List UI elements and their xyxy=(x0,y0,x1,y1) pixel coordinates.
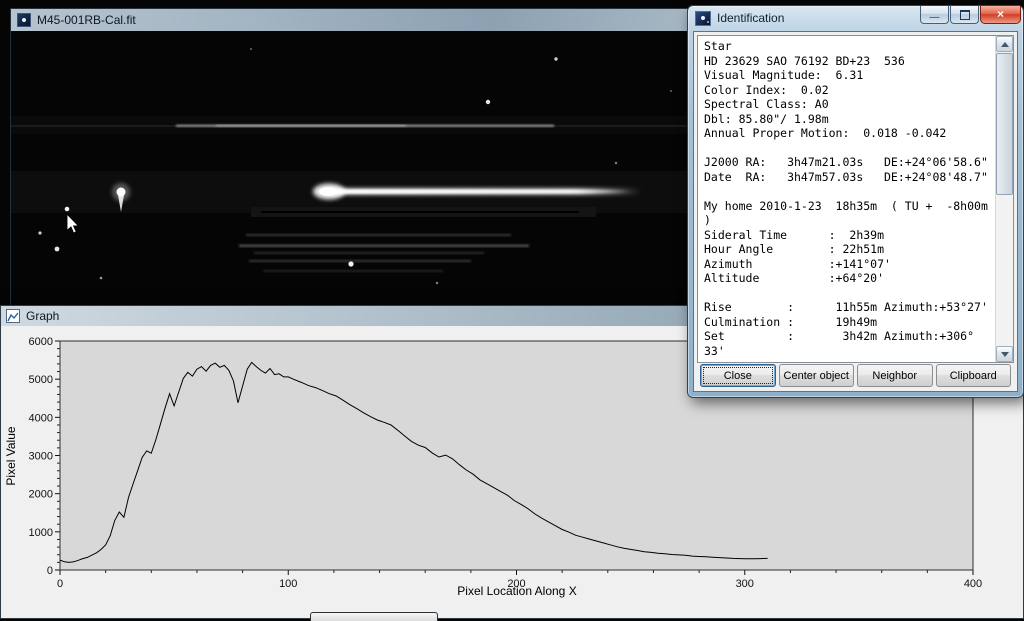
svg-text:2000: 2000 xyxy=(29,489,53,501)
maximize-icon xyxy=(960,10,970,20)
y-axis-label: Pixel Value xyxy=(4,426,18,485)
maximize-button[interactable] xyxy=(950,6,979,24)
identification-client: Star HD 23629 SAO 76192 BD+23 536 Visual… xyxy=(693,31,1018,392)
identification-dialog: Identification — × Star HD 23629 SAO 761… xyxy=(687,5,1024,398)
svg-text:0: 0 xyxy=(57,578,63,590)
minimize-button[interactable]: — xyxy=(920,6,949,24)
partial-button[interactable] xyxy=(310,612,438,621)
close-dialog-button[interactable]: Close xyxy=(700,364,776,387)
identification-titlebar[interactable]: Identification — × xyxy=(688,6,1023,30)
triangle-up-icon xyxy=(1001,42,1009,47)
svg-text:300: 300 xyxy=(736,578,754,590)
minimize-icon: — xyxy=(930,13,940,23)
clipboard-button[interactable]: Clipboard xyxy=(936,364,1012,387)
svg-text:5000: 5000 xyxy=(29,374,53,386)
close-button[interactable]: × xyxy=(980,6,1021,24)
identification-title: Identification xyxy=(717,11,784,25)
vertical-scrollbar[interactable] xyxy=(995,36,1013,362)
scroll-thumb[interactable] xyxy=(996,53,1013,195)
image-window: M45-001RB-Cal.fit xyxy=(10,8,700,308)
svg-text:6000: 6000 xyxy=(29,336,53,348)
center-object-button[interactable]: Center object xyxy=(779,364,855,387)
graph-window-icon xyxy=(6,309,20,323)
astro-image[interactable] xyxy=(11,31,699,307)
astro-image-canvas xyxy=(11,31,699,307)
close-icon: × xyxy=(997,9,1004,19)
identification-body: Star HD 23629 SAO 76192 BD+23 536 Visual… xyxy=(698,36,995,362)
svg-text:3000: 3000 xyxy=(29,451,53,463)
neighbor-button[interactable]: Neighbor xyxy=(857,364,933,387)
identification-button-row: Close Center object Neighbor Clipboard xyxy=(700,364,1011,387)
svg-text:0: 0 xyxy=(47,565,53,577)
svg-text:100: 100 xyxy=(279,578,297,590)
scroll-up-button[interactable] xyxy=(996,36,1013,52)
image-window-icon xyxy=(17,13,31,27)
graph-window-title: Graph xyxy=(26,309,59,323)
image-window-titlebar[interactable]: M45-001RB-Cal.fit xyxy=(11,9,699,32)
x-axis-label: Pixel Location Along X xyxy=(457,584,576,598)
svg-text:400: 400 xyxy=(964,578,982,590)
identification-text-area: Star HD 23629 SAO 76192 BD+23 536 Visual… xyxy=(697,35,1014,363)
image-window-title: M45-001RB-Cal.fit xyxy=(37,13,136,27)
caption-buttons: — × xyxy=(920,6,1021,24)
desktop: M45-001RB-Cal.fit xyxy=(0,0,1024,619)
identification-icon xyxy=(695,11,711,26)
scroll-down-button[interactable] xyxy=(996,346,1013,362)
svg-text:1000: 1000 xyxy=(29,527,53,539)
svg-text:4000: 4000 xyxy=(29,412,53,424)
triangle-down-icon xyxy=(1001,352,1009,357)
